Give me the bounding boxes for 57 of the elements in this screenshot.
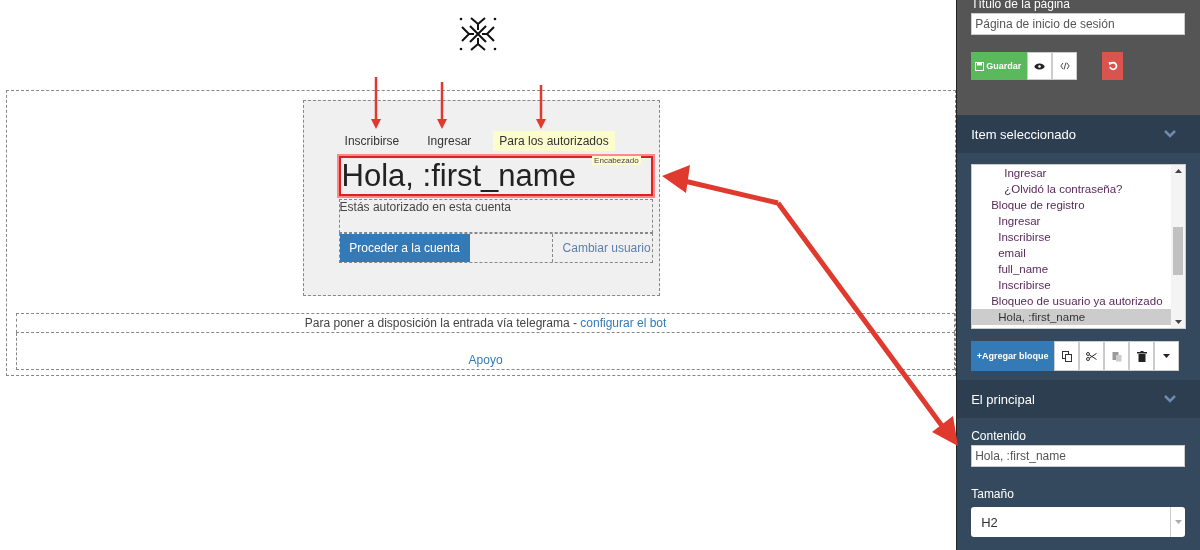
heading-badge: Encabezado — [592, 156, 641, 165]
eye-icon — [1034, 62, 1046, 70]
tree-item[interactable]: email — [972, 245, 1171, 261]
more-button[interactable] — [1154, 341, 1180, 371]
code-icon — [1059, 62, 1070, 70]
delete-button[interactable] — [1129, 341, 1155, 371]
tab[interactable]: Para los autorizados — [493, 131, 615, 151]
tree-item[interactable]: Bloque de registro — [972, 197, 1171, 213]
tab[interactable]: Inscribirse — [338, 131, 406, 151]
chevron-down-icon — [1164, 395, 1176, 403]
scrollbar[interactable] — [1171, 165, 1185, 328]
save-icon — [975, 61, 985, 71]
tree-item[interactable]: Ingresar — [972, 165, 1171, 181]
scroll-thumb[interactable] — [1173, 227, 1183, 275]
copy-icon — [1061, 350, 1072, 362]
message-text: Estás autorizado en esta cuenta — [339, 200, 512, 214]
arrow — [371, 77, 381, 129]
page-title-field[interactable]: Página de inicio de sesión — [971, 13, 1186, 35]
arrow — [437, 82, 447, 129]
content-field[interactable]: Hola, :first_name — [971, 445, 1186, 467]
tab[interactable]: Ingresar — [421, 131, 478, 151]
caret-icon — [1163, 354, 1171, 358]
code-button[interactable] — [1052, 52, 1078, 80]
field-label: Contenido — [971, 429, 1027, 443]
paste-icon — [1111, 350, 1122, 362]
caret-icon — [1174, 520, 1182, 524]
tree-item[interactable]: ¿Olvidó la contraseña? — [972, 181, 1171, 197]
trash-icon — [1136, 350, 1147, 362]
add-block-button[interactable]: +Agregar bloque — [971, 341, 1055, 371]
section-title: Item seleccionado — [971, 126, 1076, 142]
section-title: El principal — [971, 391, 1035, 407]
tree-item[interactable]: Ingresar — [972, 213, 1171, 229]
configure-bot-link[interactable]: configurar el bot — [580, 316, 667, 330]
tree-item[interactable]: full_name — [972, 261, 1171, 277]
tree-item[interactable]: Inscribirse — [972, 229, 1171, 245]
field-label: Título de la página — [971, 0, 1071, 11]
heading-block[interactable]: Hola, :first_name Encabezado — [338, 156, 653, 196]
undo-button[interactable] — [1102, 52, 1124, 80]
section-header[interactable]: El principal — [957, 380, 1200, 418]
telegram-text: Para poner a disposición la entrada vía telegrama - configurar el bot — [304, 316, 667, 330]
arrow — [536, 85, 546, 129]
undo-icon — [1107, 61, 1118, 71]
proceed-button[interactable]: Proceder a la cuenta — [339, 234, 470, 262]
copy-button[interactable] — [1054, 341, 1080, 371]
heading-text: Hola, :first_name — [341, 158, 576, 194]
tree-item[interactable]: Inscribirse — [972, 277, 1171, 293]
chevron-down-icon — [1164, 130, 1176, 138]
cut-button[interactable] — [1079, 341, 1105, 371]
change-user-link[interactable]: Cambiar usuario — [551, 234, 652, 262]
tree-item[interactable]: Hola, :first_name — [972, 309, 1171, 325]
support-link[interactable]: Apoyo — [468, 353, 503, 367]
tree-item[interactable]: Bloqueo de usuario ya autorizado — [972, 293, 1171, 309]
section-header[interactable]: Item seleccionado — [957, 115, 1200, 153]
preview-button[interactable] — [1027, 52, 1053, 80]
field-label: Tamaño — [971, 487, 1015, 501]
size-select[interactable]: H2 — [971, 507, 1186, 537]
scissors-icon — [1086, 351, 1098, 361]
